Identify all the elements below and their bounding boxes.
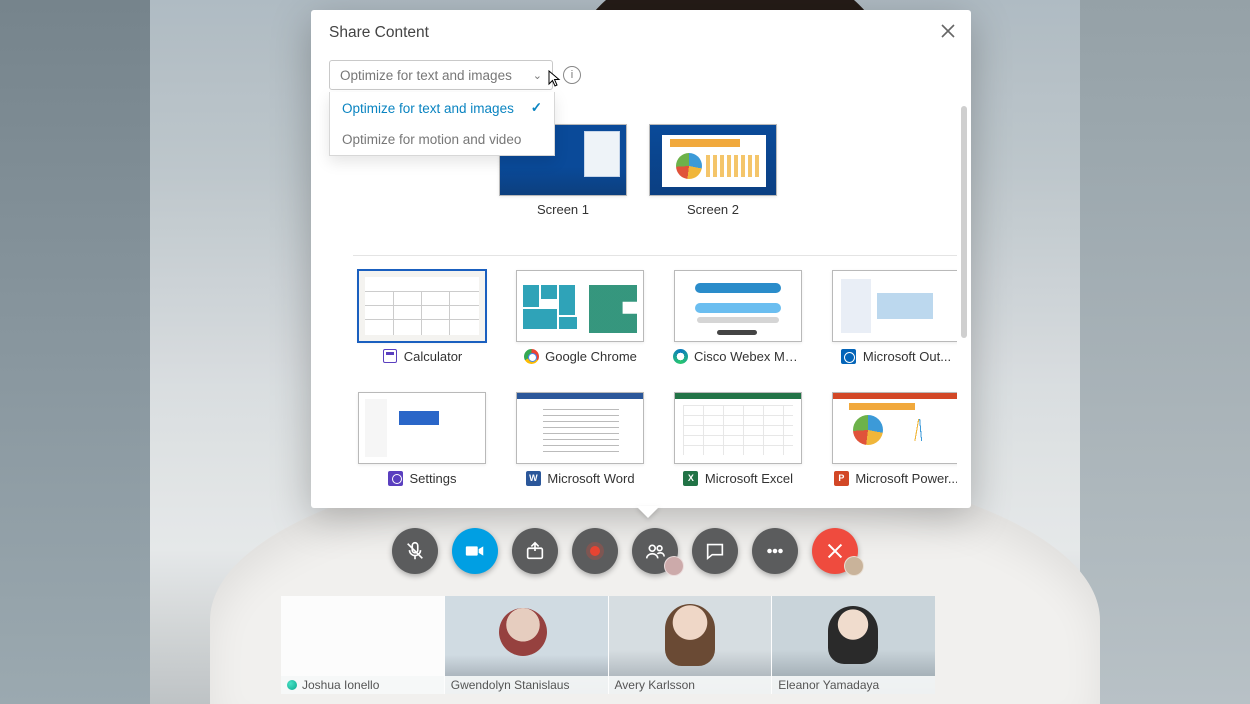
chevron-down-icon: ⌄ — [533, 69, 542, 82]
share-app-settings[interactable]: Settings — [353, 392, 491, 486]
participant-2[interactable]: Gwendolyn Stanislaus — [445, 596, 609, 694]
scroll-thumb[interactable] — [961, 106, 967, 338]
call-controls — [0, 528, 1250, 574]
share-scroll-area: Screen 1 Screen 2 Calculator Google Chro… — [329, 110, 957, 494]
microphone-muted-icon — [404, 540, 426, 562]
participant-name: Avery Karlsson — [615, 678, 695, 692]
end-call-icon — [824, 540, 846, 562]
participant-3[interactable]: Avery Karlsson — [609, 596, 773, 694]
word-thumbnail — [516, 392, 644, 464]
powerpoint-thumbnail — [832, 392, 957, 464]
excel-icon: X — [683, 470, 699, 486]
record-icon — [590, 546, 600, 556]
share-screen-2[interactable]: Screen 2 — [649, 124, 777, 217]
scrollbar[interactable] — [961, 106, 967, 496]
participants-button[interactable] — [632, 528, 678, 574]
share-button[interactable] — [512, 528, 558, 574]
powerpoint-icon: P — [833, 470, 849, 486]
share-app-excel[interactable]: X Microsoft Excel — [669, 392, 807, 486]
optimize-option-text-images[interactable]: Optimize for text and images ✓ — [330, 92, 554, 124]
share-content-modal: Share Content Optimize for text and imag… — [311, 10, 971, 508]
screen-2-thumbnail — [649, 124, 777, 196]
participant-name: Joshua Ionello — [302, 678, 379, 692]
modal-caret — [636, 506, 660, 518]
screen-1-label: Screen 1 — [537, 202, 589, 217]
outlook-label: Microsoft Out... — [863, 349, 951, 364]
webex-icon — [672, 348, 688, 364]
record-button[interactable] — [572, 528, 618, 574]
end-call-button[interactable] — [812, 528, 858, 574]
powerpoint-label: Microsoft Power... — [855, 471, 957, 486]
chat-icon — [704, 540, 726, 562]
video-button[interactable] — [452, 528, 498, 574]
close-icon — [941, 24, 955, 38]
word-label: Microsoft Word — [547, 471, 634, 486]
participant-self[interactable]: Joshua Ionello — [281, 596, 445, 694]
share-app-outlook[interactable]: Microsoft Out... — [827, 270, 957, 364]
calculator-icon — [382, 348, 398, 364]
participants-mini-avatar — [664, 556, 684, 576]
info-icon[interactable]: i — [563, 66, 581, 84]
share-app-calculator[interactable]: Calculator — [353, 270, 491, 364]
outlook-thumbnail — [832, 270, 957, 342]
chrome-thumbnail — [516, 270, 644, 342]
share-app-webex[interactable]: Cisco Webex Mee... — [669, 270, 807, 364]
mute-button[interactable] — [392, 528, 438, 574]
participant-name: Gwendolyn Stanislaus — [451, 678, 570, 692]
settings-app-icon — [388, 470, 404, 486]
share-app-chrome[interactable]: Google Chrome — [511, 270, 649, 364]
calculator-thumbnail — [358, 270, 486, 342]
participants-strip: Joshua Ionello Gwendolyn Stanislaus Aver… — [281, 596, 935, 694]
word-icon: W — [525, 470, 541, 486]
presence-icon — [287, 680, 297, 690]
excel-thumbnail — [674, 392, 802, 464]
participant-4[interactable]: Eleanor Yamadaya — [772, 596, 935, 694]
webex-label: Cisco Webex Mee... — [694, 349, 804, 364]
excel-label: Microsoft Excel — [705, 471, 793, 486]
optimize-dropdown-menu: Optimize for text and images ✓ Optimize … — [329, 92, 555, 156]
webex-thumbnail — [674, 270, 802, 342]
calculator-label: Calculator — [404, 349, 463, 364]
settings-thumbnail — [358, 392, 486, 464]
outlook-icon — [841, 348, 857, 364]
settings-label: Settings — [410, 471, 457, 486]
close-button[interactable] — [935, 18, 961, 44]
more-icon — [764, 540, 786, 562]
optimize-selected-label: Optimize for text and images — [340, 68, 512, 83]
check-icon: ✓ — [531, 100, 542, 116]
participants-icon — [644, 540, 666, 562]
optimize-option-motion-video[interactable]: Optimize for motion and video — [330, 124, 554, 155]
chat-button[interactable] — [692, 528, 738, 574]
participant-name: Eleanor Yamadaya — [778, 678, 879, 692]
chrome-label: Google Chrome — [545, 349, 637, 364]
video-icon — [464, 540, 486, 562]
screen-2-label: Screen 2 — [687, 202, 739, 217]
share-app-powerpoint[interactable]: P Microsoft Power... — [827, 392, 957, 486]
share-app-word[interactable]: W Microsoft Word — [511, 392, 649, 486]
chrome-icon — [523, 348, 539, 364]
optimize-dropdown[interactable]: Optimize for text and images ⌄ — [329, 60, 553, 90]
share-icon — [524, 540, 546, 562]
end-mini-avatar — [844, 556, 864, 576]
more-options-button[interactable] — [752, 528, 798, 574]
modal-title: Share Content — [329, 24, 953, 42]
